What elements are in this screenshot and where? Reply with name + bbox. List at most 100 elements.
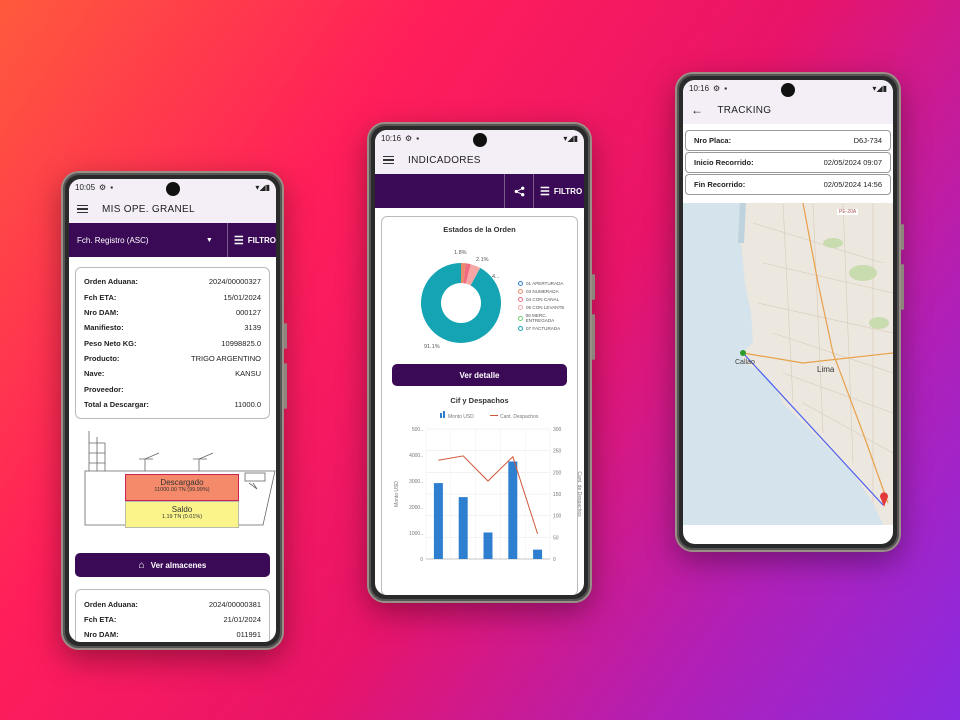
order-card-rows: Orden Aduana: 2024/00000381 Fch ETA: 21/01/… [84,596,261,642]
descargado-value: 11000.00 TN (99.99%) [154,487,210,494]
legend-bar-icon [443,411,445,418]
saldo-bar: Saldo 1.19 TN (0.01%) [125,501,239,529]
info-value: 10998825.0 [221,338,261,348]
cif-despachos-chart: Monto USD Cant. Despachos 0 1000.. 2000.. 300… [394,411,582,563]
phone-tracking: 10:16 ⚙ ▪ ▾◢▮ ← TRACKING Nro Placa: D6J-734… [675,72,904,552]
saldo-label: Saldo [171,505,193,515]
filter-sliders-icon: ☰ [233,234,244,247]
info-row: Nro DAM: 000127 [84,305,261,320]
share-button[interactable] [504,174,534,208]
donut-legend: 01 APERTURADA 03 NUMERADA 04 CON CANAL 05 C… [518,278,571,334]
info-row: Fch ETA: 21/01/2024 [84,612,261,627]
ship-progress: Descargado 11000.00 TN (99.99%) Saldo 1.… [75,429,276,547]
tracking-map[interactable]: Callao Lima PE-20A [683,203,893,525]
ver-almacenes-button[interactable]: ⌂ Ver almacenes [75,553,270,578]
filter-sliders-icon: ☰ [540,185,550,198]
right-tick-label: 250 [553,449,562,455]
order-card[interactable]: Orden Aduana: 2024/00000327 Fch ETA: 15/01/… [75,267,270,420]
signal-icon: ▾◢▮ [255,182,270,192]
info-key: Nro DAM: [84,630,119,640]
y-axis-label-right: Cant. de Despachos [576,471,582,517]
info-key: Fch ETA: [84,292,117,302]
info-row: Orden Aduana: 2024/00000327 [84,274,261,289]
left-tick-label: 0 [420,557,423,563]
info-value: 15/01/2024 [223,292,261,302]
legend-item: 07 FACTURADA [518,326,571,331]
donut-slice [421,263,501,343]
legend-item: 06 MERC. ENTREGADA [518,313,571,323]
camera-icon [781,83,795,97]
tracking-row: Fin Recorrido: 02/05/2024 14:56 [685,174,891,195]
right-tick-label: 200 [553,470,562,476]
info-row: Proveedor: [84,382,261,397]
map-label-callao: Callao [735,359,755,366]
filter-button[interactable]: ☰ FILTRO [228,234,276,247]
info-row: Manifiesto: 3139 [84,320,261,335]
info-key: Peso Neto KG: [84,338,137,348]
legend-item: 04 CON CANAL [518,297,571,302]
donut-label: 91.1% [424,344,440,350]
gear-icon: ⚙ [99,182,107,192]
camera-icon [472,133,487,147]
descargado-label: Descargado [160,478,204,488]
info-key: Orden Aduana: [84,599,138,609]
ver-almacenes-label: Ver almacenes [150,560,207,570]
legend-label: Monto USD [448,414,474,420]
legend-item: 03 NUMERADA [518,289,571,294]
right-tick-label: 50 [553,535,559,541]
map-label-road: PE-20A [837,209,859,215]
sort-select[interactable]: Fch. Registro (ASC) ▼ [69,223,228,257]
status-time: 10:16 [689,83,710,93]
legend-item: 01 APERTURADA [518,281,571,286]
info-key: Producto: [84,354,120,364]
filter-button[interactable]: ☰ FILTRO [534,185,584,198]
info-row: Fch ETA: 15/01/2024 [84,289,261,304]
legend-bar-icon [440,413,442,418]
info-key: Total a Descargar: [84,400,149,410]
tracking-key: Nro Placa: [694,136,732,145]
back-arrow-icon[interactable]: ← [691,103,703,117]
left-tick-label: 2000.. [409,505,423,511]
info-value: 2024/00000381 [208,599,261,609]
info-row: Nave: KANSU [84,366,261,381]
warehouse-icon: ⌂ [138,559,145,571]
right-tick-label: 150 [553,492,562,498]
order-card[interactable]: Orden Aduana: 2024/00000381 Fch ETA: 21/01/… [75,589,270,642]
donut-label: 4... [492,274,500,280]
tracking-value: D6J-734 [853,136,882,145]
signal-icon: ▾◢▮ [872,83,887,93]
bar [483,532,493,559]
info-row: Producto: TRIGO ARGENTINO [84,351,261,366]
right-tick-label: 300 [553,427,562,433]
phone-mis-ope-granel: 10:05 ⚙ ▪ ▾◢▮ MIS OPE. GRANEL Fch. Registr… [61,171,287,650]
info-key: Orden Aduana: [84,277,138,287]
left-tick-label: 3000.. [409,479,423,485]
indicators-card: Estados de la Orden 1.8% 2.1% 4... 91.1% 01… [381,216,582,595]
sort-select-value: Fch. Registro (ASC) [77,235,149,245]
info-row: Orden Aduana: 2024/00000381 [84,596,261,611]
donut-label: 2.1% [476,257,489,263]
ver-detalle-label: Ver detalle [459,370,500,380]
legend-dot-icon [518,305,523,310]
tracking-row: Inicio Recorrido: 02/05/2024 09:07 [685,152,891,173]
donut-title: Estados de la Orden [443,225,516,234]
legend-label: 05 CON LEVANTE [526,305,565,310]
bar [433,483,443,559]
tracking-value: 02/05/2024 14:56 [823,180,882,189]
info-key: Nro DAM: [84,307,119,317]
descargado-bar: Descargado 11000.00 TN (99.99%) [125,474,239,502]
caret-down-icon: ▼ [205,236,213,244]
menu-icon[interactable] [383,155,394,165]
map-canvas [738,203,893,525]
legend-item: 05 CON LEVANTE [518,305,571,310]
info-key: Proveedor: [84,384,124,394]
gear-icon: ⚙ [405,133,413,143]
menu-icon[interactable] [77,204,88,214]
signal-icon: ▾◢▮ [563,133,578,143]
info-value: 21/01/2024 [223,614,261,624]
saldo-value: 1.19 TN (0.01%) [161,514,203,521]
series-line [438,455,539,535]
sd-icon: ▪ [724,83,728,93]
right-tick-label: 0 [553,557,556,563]
tracking-key: Inicio Recorrido: [694,158,754,167]
